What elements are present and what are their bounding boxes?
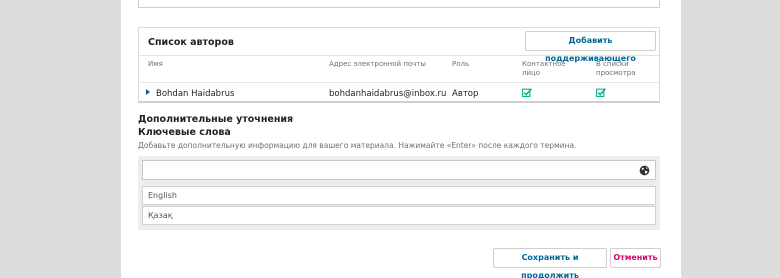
column-header-primary-contact-line1: Контактное [522, 60, 566, 68]
column-header-role: Роль [452, 60, 470, 68]
row-divider [139, 82, 659, 83]
primary-contact-check-icon [522, 88, 532, 97]
globe-icon[interactable] [639, 165, 650, 176]
column-header-browse-list-line2: просмотра [596, 69, 636, 77]
column-header-browse-list-line1: В списки [596, 60, 629, 68]
keywords-description: Добавьте дополнительную информацию для в… [138, 141, 577, 150]
column-header-primary-contact-line2: лицо [522, 69, 541, 77]
form-panel: Список авторов Добавить поддерживающего … [121, 0, 681, 278]
column-header-primary-contact: Контактное лицо [522, 60, 566, 78]
browse-list-check-icon [596, 88, 606, 97]
author-role: Автор [452, 89, 479, 99]
column-header-name: Имя [148, 60, 163, 68]
save-and-continue-button[interactable]: Сохранить и продолжить [493, 248, 607, 278]
author-name[interactable]: Bohdan Haidabrus [156, 89, 234, 99]
previous-section-box [138, 0, 660, 8]
column-header-email: Адрес электронной почты [329, 60, 426, 68]
keywords-input[interactable] [142, 160, 656, 180]
keywords-language-english[interactable]: English [142, 186, 656, 205]
keywords-language-kazakh[interactable]: Қазақ [142, 206, 656, 225]
header-divider [139, 55, 659, 56]
authors-grid: Список авторов Добавить поддерживающего … [138, 27, 660, 103]
add-contributor-button[interactable]: Добавить поддерживающего [525, 31, 656, 63]
expand-row-icon[interactable] [146, 89, 150, 95]
cancel-button[interactable]: Отменить [610, 248, 661, 268]
keywords-label: Ключевые слова [138, 127, 231, 138]
authors-list-title: Список авторов [148, 37, 234, 48]
column-header-browse-list: В списки просмотра [596, 60, 636, 78]
keywords-field-group: English Қазақ [138, 156, 660, 230]
author-email: bohdanhaidabrus@inbox.ru [329, 89, 447, 99]
additional-refinements-title: Дополнительные уточнения [138, 114, 294, 125]
